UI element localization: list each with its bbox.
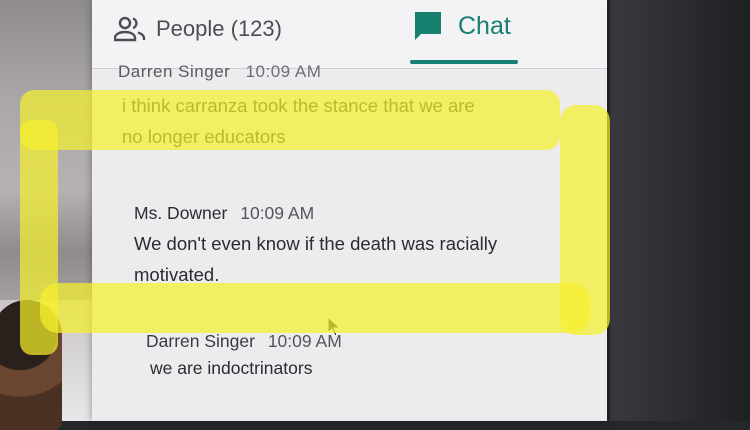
message-time: 10:09 AM	[240, 203, 315, 223]
message-header-partial: Darren Singer 10:09 AM	[118, 62, 321, 82]
message-text: we are indoctrinators	[150, 358, 313, 378]
message-sender: Darren Singer	[118, 62, 231, 81]
chat-panel: People (123) Chat Darren Singer 10:09 AM…	[92, 0, 607, 421]
tab-people[interactable]: People (123)	[114, 12, 282, 46]
mouse-pointer-icon	[327, 316, 342, 337]
tab-chat-label: Chat	[458, 11, 511, 40]
participant-tile	[0, 0, 95, 90]
participant-photo	[0, 300, 62, 430]
message-line: We don't even know if the death was raci…	[134, 233, 498, 254]
active-tab-indicator	[410, 60, 518, 64]
participant-video-area	[0, 0, 95, 430]
message-text: i think carranza took the stance that we…	[122, 90, 475, 152]
message-sender: Darren Singer	[146, 331, 255, 351]
message-line: i think carranza took the stance that we…	[122, 95, 475, 116]
message-list[interactable]: Darren Singer 10:09 AM i think carranza …	[92, 62, 607, 421]
message-header: Ms. Downer 10:09 AM	[134, 203, 314, 224]
message-line: no longer educators	[122, 126, 286, 147]
people-icon	[114, 16, 146, 42]
background-edge	[610, 0, 750, 421]
message-line: motivated.	[134, 264, 220, 285]
chat-bubble-icon	[415, 12, 441, 40]
tab-people-label: People (123)	[156, 16, 282, 41]
message-header: Darren Singer 10:09 AM	[146, 331, 342, 352]
panel-tabs: People (123) Chat	[92, 0, 607, 69]
message-text: We don't even know if the death was raci…	[134, 228, 497, 290]
message-sender: Ms. Downer	[134, 203, 228, 223]
tab-chat[interactable]: Chat	[412, 6, 511, 46]
message-time: 10:09 AM	[245, 62, 322, 81]
